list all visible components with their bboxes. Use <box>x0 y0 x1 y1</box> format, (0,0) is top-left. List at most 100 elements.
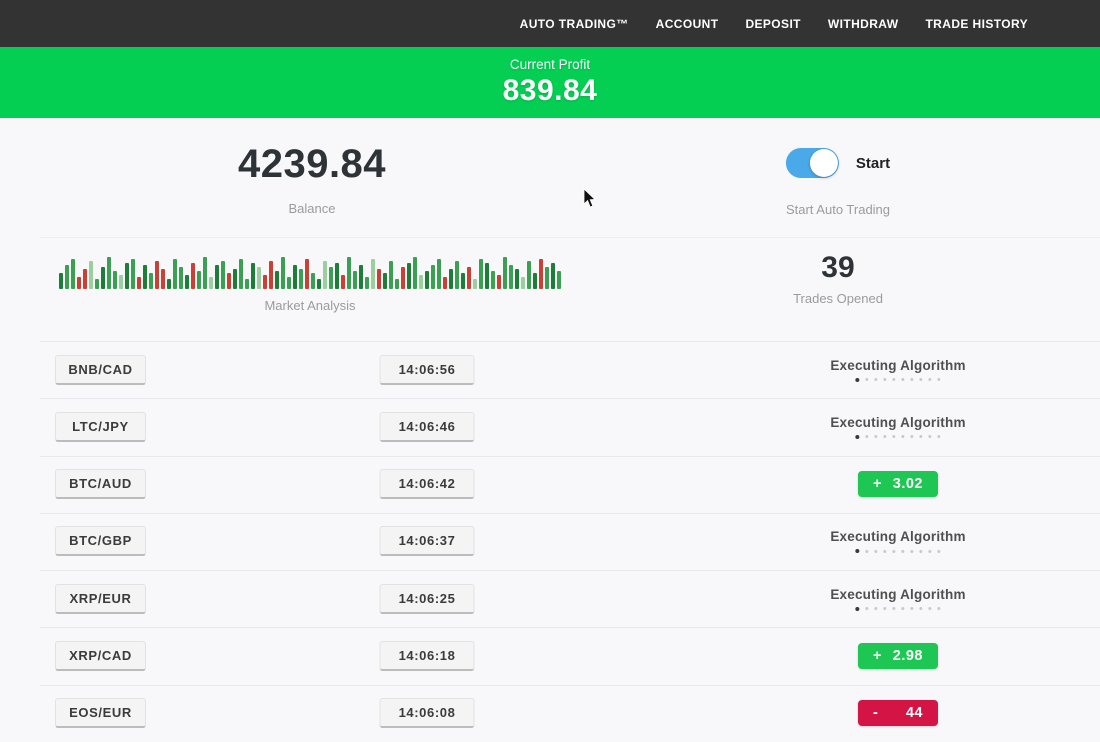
nav-item[interactable]: WITHDRAW <box>828 17 899 31</box>
chart-bar <box>419 275 423 289</box>
progress-dot <box>911 607 914 610</box>
chart-bar <box>137 277 141 289</box>
chart-bar <box>59 273 63 289</box>
executing-label: Executing Algorithm <box>830 587 965 602</box>
chart-bar <box>359 265 363 289</box>
trade-row: BTC/AUD 14:06:42 +3.02 <box>0 456 1100 513</box>
trade-status: Executing Algorithm <box>830 415 965 439</box>
nav-item[interactable]: ACCOUNT <box>656 17 719 31</box>
symbol-badge: XRP/EUR <box>55 584 146 614</box>
progress-dot <box>884 550 887 553</box>
chart-bar <box>329 267 333 289</box>
executing-label: Executing Algorithm <box>830 358 965 373</box>
chart-bar <box>377 269 381 289</box>
auto-trading-block: Start Start Auto Trading <box>786 148 890 217</box>
chart-bar <box>311 273 315 289</box>
chart-bar <box>539 259 543 289</box>
progress-dot <box>856 549 860 553</box>
chart-bar <box>533 273 537 289</box>
nav-item[interactable]: TRADE HISTORY <box>925 17 1028 31</box>
progress-dots <box>830 549 965 553</box>
progress-dot <box>866 435 869 438</box>
chart-bar <box>83 269 87 289</box>
chart-bar <box>383 273 387 289</box>
progress-dot <box>866 607 869 610</box>
chart-bar <box>125 263 129 289</box>
chart-bar <box>551 263 555 289</box>
progress-dot <box>884 378 887 381</box>
chart-bar <box>89 261 93 289</box>
progress-dot <box>902 607 905 610</box>
progress-dot <box>920 378 923 381</box>
time-badge: 14:06:56 <box>380 355 475 385</box>
toggle-label: Start <box>856 155 890 172</box>
chart-bar <box>71 259 75 289</box>
chart-bar <box>503 257 507 289</box>
chart-bar <box>95 279 99 289</box>
balance-section: 4239.84 Balance Start Start Auto Trading <box>0 118 1100 237</box>
chart-bar <box>497 275 501 289</box>
time-badge: 14:06:18 <box>380 641 475 671</box>
chart-bar <box>191 263 195 289</box>
executing-label: Executing Algorithm <box>830 529 965 544</box>
progress-dot <box>938 435 941 438</box>
chart-bar <box>209 277 213 289</box>
progress-dot <box>856 435 860 439</box>
profit-banner: Current Profit 839.84 <box>0 47 1100 118</box>
trades-opened-value: 39 <box>793 251 883 285</box>
market-analysis-chart <box>50 255 570 289</box>
chart-bar <box>203 257 207 289</box>
market-analysis-block: Market Analysis <box>50 255 570 313</box>
chart-bar <box>389 261 393 289</box>
chart-bar <box>401 267 405 289</box>
chart-bar <box>437 259 441 289</box>
progress-dot <box>911 550 914 553</box>
balance-value: 4239.84 <box>238 142 386 187</box>
chart-bar <box>443 277 447 289</box>
progress-dot <box>929 607 932 610</box>
chart-bar <box>509 265 513 289</box>
chart-bar <box>173 259 177 289</box>
trade-status: -44 <box>858 700 938 726</box>
progress-dot <box>866 378 869 381</box>
chart-bar <box>77 277 81 289</box>
trade-status: Executing Algorithm <box>830 358 965 382</box>
trade-status: Executing Algorithm <box>830 529 965 553</box>
progress-dot <box>893 435 896 438</box>
auto-trading-toggle[interactable] <box>786 148 839 178</box>
chart-bar <box>395 279 399 289</box>
chart-bar <box>323 261 327 289</box>
chart-bar <box>491 271 495 289</box>
progress-dot <box>920 435 923 438</box>
progress-dots <box>830 378 965 382</box>
chart-bar <box>119 275 123 289</box>
trades-opened-label: Trades Opened <box>793 291 883 306</box>
progress-dot <box>929 378 932 381</box>
progress-dot <box>938 607 941 610</box>
nav-item[interactable]: DEPOSIT <box>745 17 800 31</box>
chart-bar <box>197 271 201 289</box>
profit-badge: +2.98 <box>858 643 938 669</box>
trade-row: BNB/CAD 14:06:56 Executing Algorithm <box>0 341 1100 398</box>
chart-bar <box>65 265 69 289</box>
executing-label: Executing Algorithm <box>830 415 965 430</box>
progress-dot <box>920 607 923 610</box>
chart-bar <box>167 279 171 289</box>
time-badge: 14:06:37 <box>380 526 475 556</box>
chart-bar <box>107 257 111 289</box>
chart-bar <box>299 269 303 289</box>
auto-trading-dashboard: AUTO TRADING™ ACCOUNT DEPOSIT WITHDRAW TRADE… <box>0 0 1100 742</box>
profit-badge: +3.02 <box>858 471 938 497</box>
progress-dot <box>902 550 905 553</box>
balance-block: 4239.84 Balance <box>238 142 386 216</box>
chart-bar <box>449 269 453 289</box>
symbol-badge: BTC/AUD <box>55 469 146 499</box>
chart-bar <box>341 275 345 289</box>
trades-table: BNB/CAD 14:06:56 Executing Algorithm LTC… <box>0 341 1100 742</box>
trade-status: +3.02 <box>858 471 938 497</box>
chart-bar <box>113 271 117 289</box>
progress-dot <box>938 550 941 553</box>
chart-bar <box>527 261 531 289</box>
chart-bar <box>293 265 297 289</box>
nav-item[interactable]: AUTO TRADING™ <box>520 17 629 31</box>
